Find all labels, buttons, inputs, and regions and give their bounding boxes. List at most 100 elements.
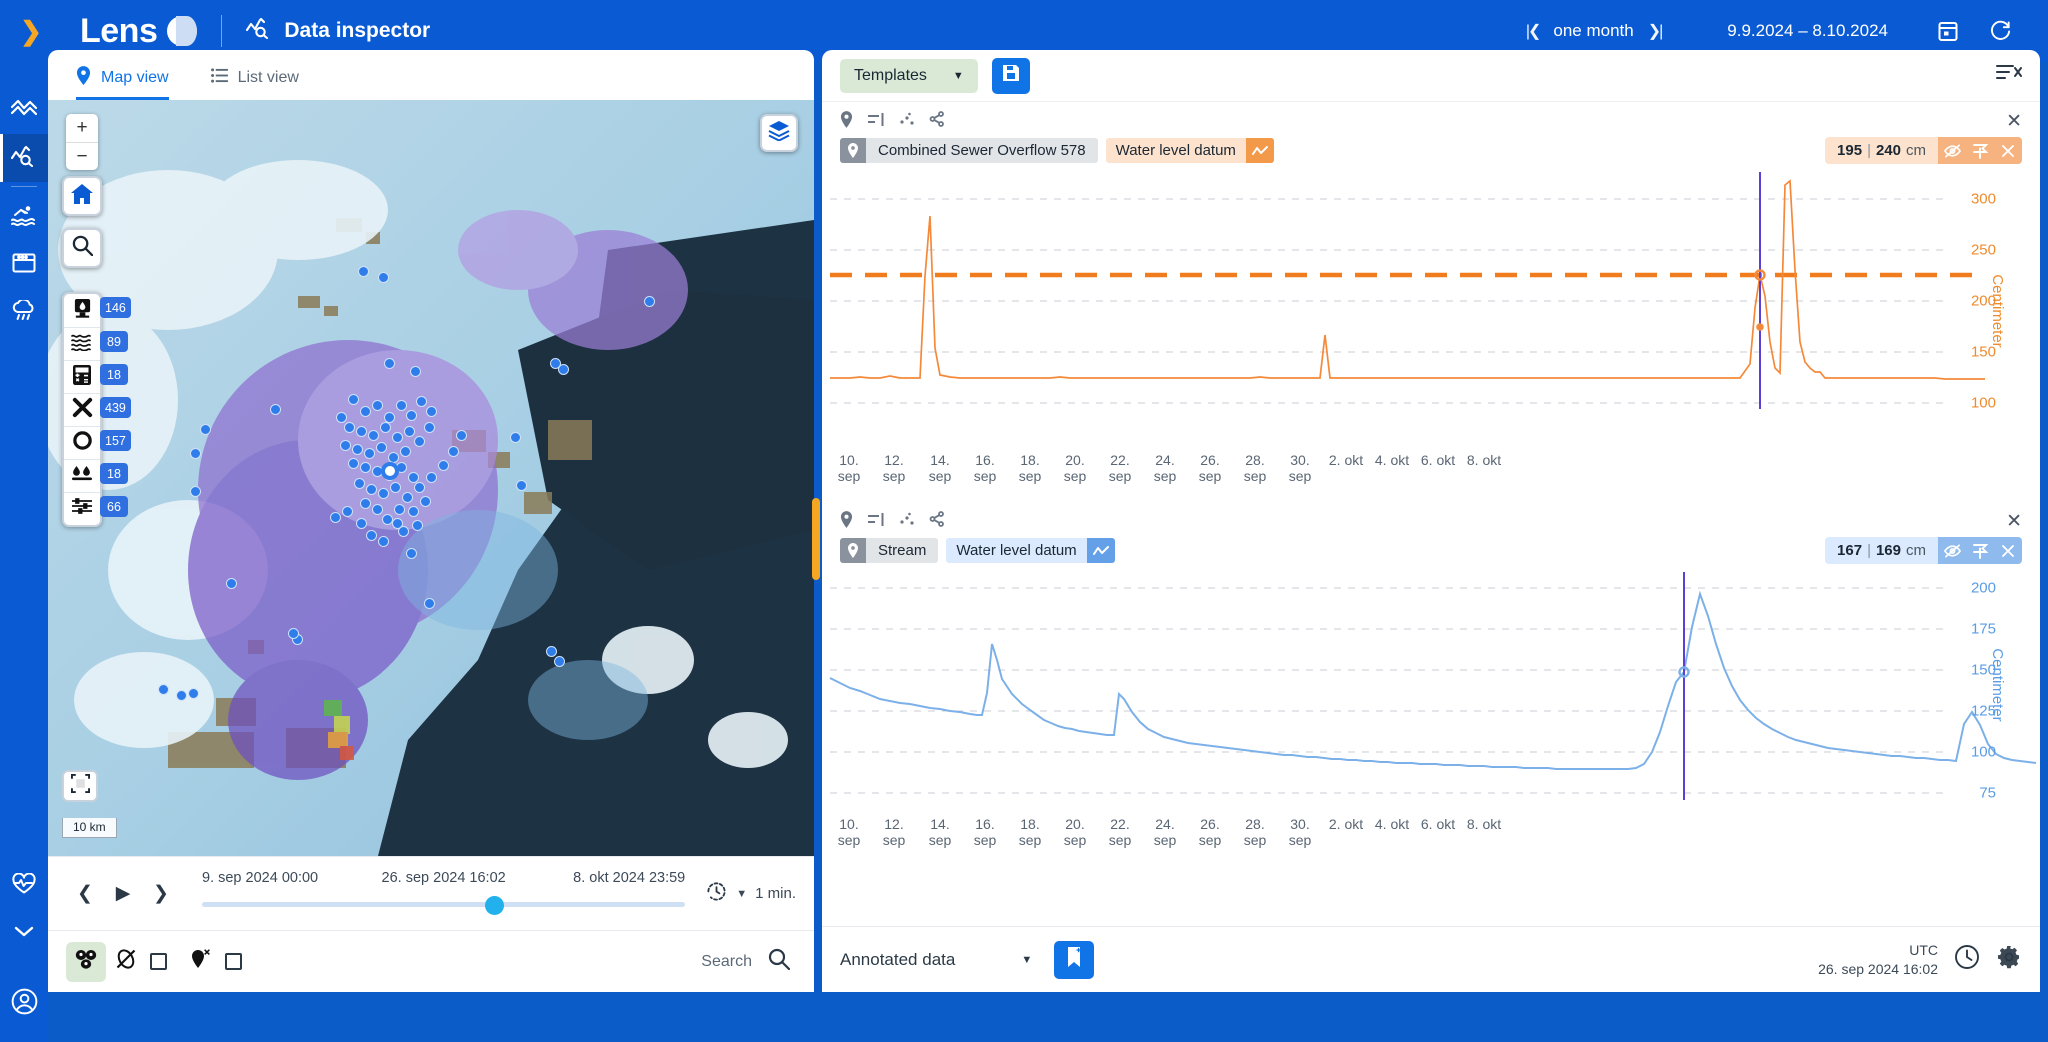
map-marker[interactable] [378,488,389,499]
map-marker[interactable] [438,460,449,471]
sidebar-item-precipitation[interactable] [0,289,48,337]
map-marker[interactable] [344,422,355,433]
chart-2-station-tag[interactable]: Stream [840,538,939,563]
map-marker[interactable] [516,480,527,491]
map-marker[interactable] [352,444,363,455]
map-marker[interactable] [420,496,431,507]
map-marker[interactable] [390,482,401,493]
map-marker[interactable] [270,404,281,415]
map-marker[interactable] [410,366,421,377]
map-marker[interactable] [456,430,467,441]
calendar-icon[interactable] [1922,11,1974,51]
refresh-icon[interactable] [1974,11,2026,51]
map-marker[interactable] [392,432,403,443]
map-search-field[interactable]: Search [701,948,796,975]
layer-row-closed[interactable]: 439 [64,393,131,426]
pin-off-checkbox[interactable] [225,953,242,970]
timeline-play-button[interactable]: ▶ [104,875,142,913]
map-marker[interactable] [644,296,655,307]
map-marker[interactable] [426,472,437,483]
map-marker[interactable] [396,400,407,411]
clear-all-button[interactable] [1996,63,2022,88]
map-marker[interactable] [424,422,435,433]
map-marker[interactable] [448,446,459,457]
eye-off-icon[interactable] [1938,537,1966,564]
scatter-icon[interactable] [899,112,915,132]
map-marker[interactable] [380,422,391,433]
range-prev-icon[interactable]: |❮ [1526,21,1542,41]
map-marker[interactable] [412,520,423,531]
map-marker[interactable] [402,492,413,503]
layer-row-calculator[interactable]: 18 [64,360,128,393]
scatter-icon[interactable] [899,512,915,532]
chart-2-parameter-tag[interactable]: Water level datum [946,538,1115,563]
layer-row-sliders[interactable]: 66 [64,492,128,525]
close-icon[interactable] [1994,137,2022,164]
chevron-down-icon[interactable]: ▼ [736,888,747,900]
map-marker[interactable] [426,406,437,417]
map-marker[interactable] [416,396,427,407]
annotated-data-dropdown[interactable]: Annotated data ▼ [840,950,1032,970]
map-marker[interactable] [558,364,569,375]
align-icon[interactable] [867,112,885,132]
flag-icon[interactable] [1966,137,1994,164]
map-marker[interactable] [406,548,417,559]
map-marker[interactable] [188,688,199,699]
map-marker[interactable] [554,656,565,667]
tab-list-view[interactable]: List view [210,54,299,100]
flag-icon[interactable] [1966,537,1994,564]
map-marker[interactable] [404,426,415,437]
map-marker[interactable] [360,462,371,473]
panel-scrollbar-thumb[interactable] [812,498,820,580]
map-marker[interactable] [360,498,371,509]
tab-map-view[interactable]: Map view [76,54,169,100]
map-marker[interactable] [376,442,387,453]
range-label[interactable]: one month [1553,21,1633,41]
map-marker[interactable] [414,482,425,493]
layer-row-waves[interactable]: 89 [64,327,128,360]
eye-off-icon[interactable] [1938,137,1966,164]
map-pin-icon[interactable] [840,110,853,133]
map-screenshot-button[interactable] [62,770,98,802]
chart-1-plot[interactable]: 300 250 200 150 100 Centimeter [822,172,2040,450]
map-marker[interactable] [382,514,393,525]
chart-1-station-tag[interactable]: Combined Sewer Overflow 578 [840,138,1098,163]
timeline-interval[interactable]: ▼ 1 min. [695,880,796,907]
pin-off-toggle-button[interactable] [181,942,221,982]
map-marker[interactable] [176,690,187,701]
sidebar-item-data-inspector[interactable] [0,134,48,182]
add-annotation-button[interactable] [1054,940,1095,979]
map-marker[interactable] [356,518,367,529]
cluster-toggle-button[interactable] [66,941,106,982]
map-marker[interactable] [200,424,211,435]
map-marker[interactable] [406,410,417,421]
map-marker[interactable] [340,440,351,451]
map-layers-button[interactable] [760,114,798,152]
zoom-in-button[interactable]: + [66,114,98,142]
map-marker[interactable] [364,448,375,459]
layer-row-rain-drops[interactable]: 18 [64,459,128,492]
map-marker[interactable] [510,432,521,443]
sidebar-item-dashboard[interactable] [0,241,48,289]
sidebar-item-bathing-water[interactable] [0,193,48,241]
map-marker[interactable] [358,266,369,277]
map-marker[interactable] [414,436,425,447]
layer-row-sewer-overflow[interactable]: 146 [64,294,131,327]
map-marker[interactable] [348,458,359,469]
map-search-button[interactable] [62,228,102,268]
map-marker[interactable] [342,506,353,517]
timeline-slider[interactable]: 9. sep 2024 00:00 8. okt 2024 23:59 26. … [202,870,686,918]
map-marker[interactable] [190,486,201,497]
map-marker[interactable] [348,394,359,405]
no-overlap-checkbox[interactable] [150,953,167,970]
map-marker[interactable] [424,598,435,609]
map-marker[interactable] [336,412,347,423]
map-marker[interactable] [366,530,377,541]
map-home-button[interactable] [62,176,102,216]
timeline-thumb[interactable] [484,895,504,915]
chart-2-plot[interactable]: 200 175 150 125 100 75 Centimeter [822,572,2040,824]
templates-dropdown[interactable]: Templates ▼ [840,58,978,93]
map-marker[interactable] [384,358,395,369]
map-marker[interactable] [366,484,377,495]
map-marker[interactable] [354,478,365,489]
